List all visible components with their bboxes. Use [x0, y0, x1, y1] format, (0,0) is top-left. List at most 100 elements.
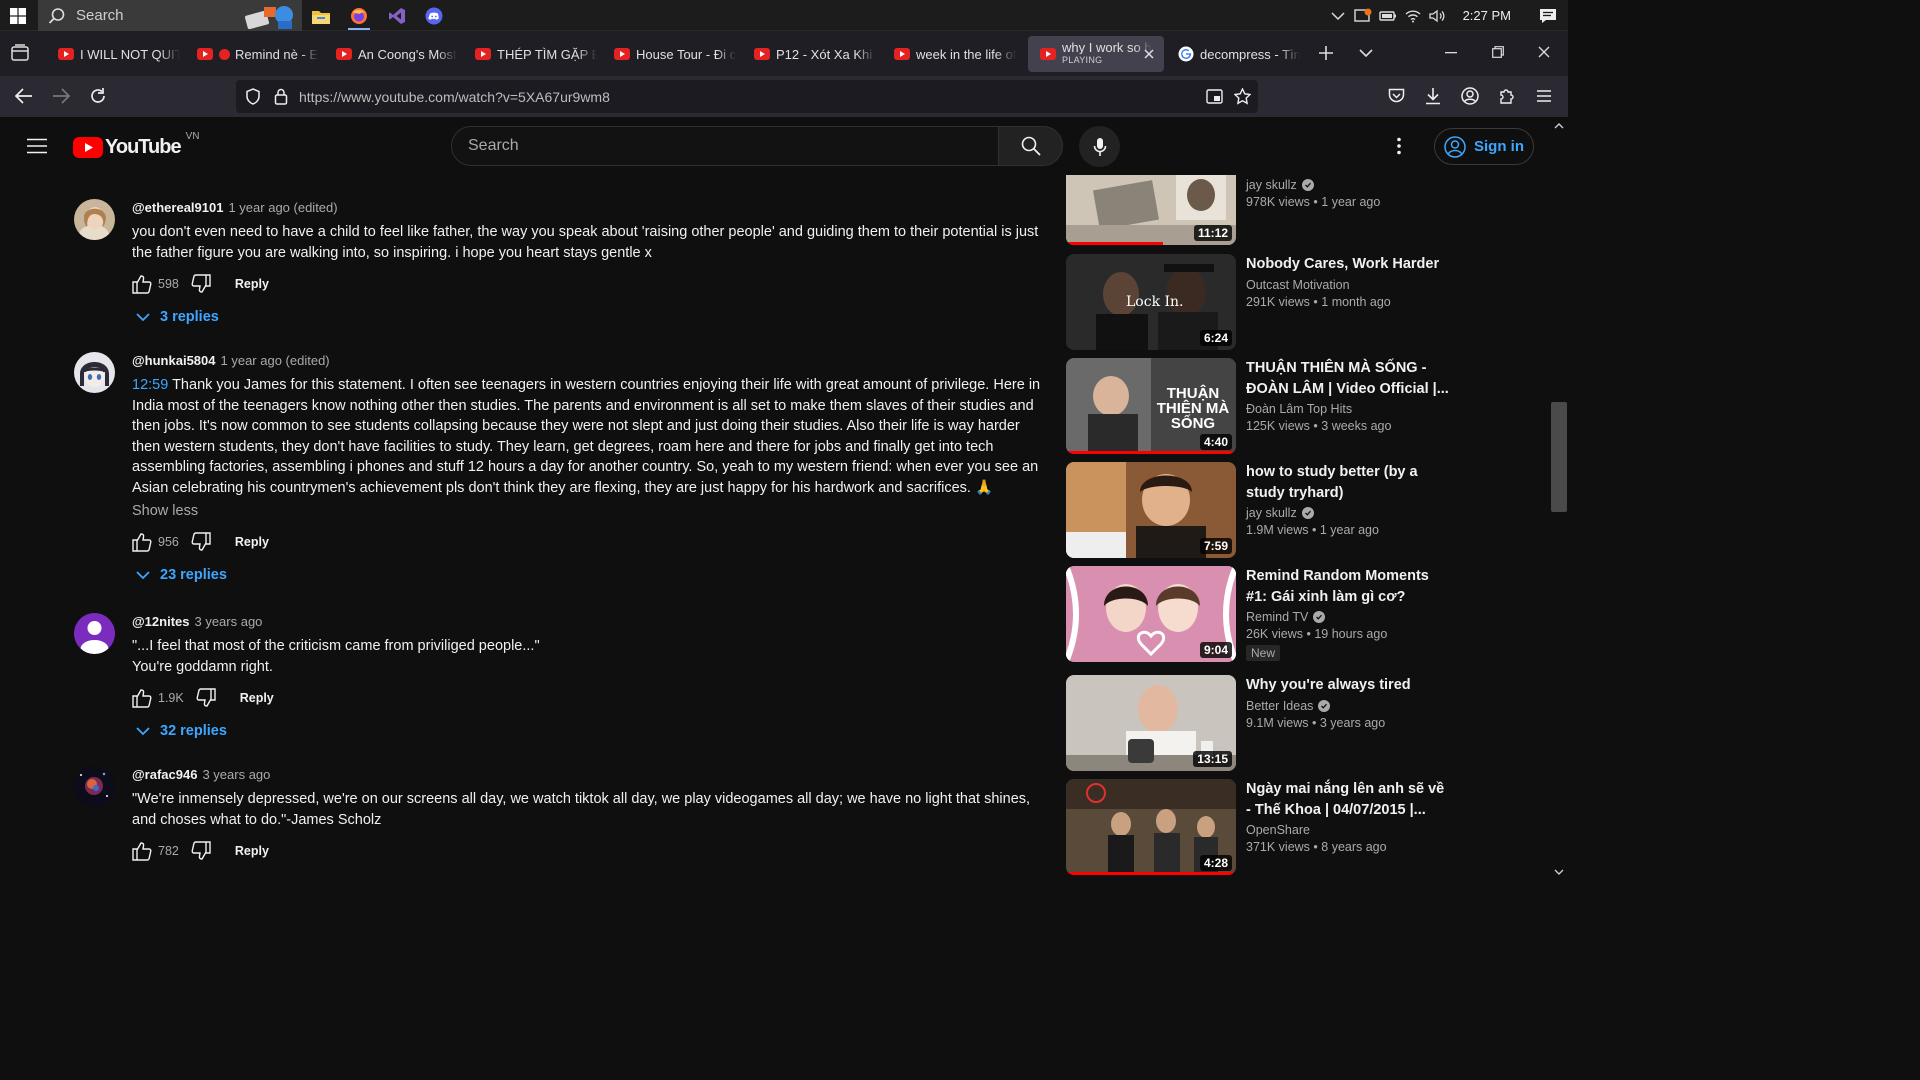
video-thumbnail[interactable]: 4:28 [1066, 779, 1236, 875]
browser-tab[interactable]: House Tour - Đi c [602, 36, 736, 72]
video-title[interactable]: Ngày mai nắng lên anh sẽ về - Thế Khoa |… [1246, 779, 1451, 820]
downloads-button[interactable] [1425, 87, 1441, 105]
comment-author[interactable]: @rafac946 [132, 767, 197, 782]
picture-in-picture-icon[interactable] [1206, 89, 1223, 104]
taskbar-discord[interactable] [417, 2, 451, 30]
view-replies-button[interactable]: 23 replies [136, 567, 1049, 583]
back-button[interactable] [15, 88, 33, 104]
new-tab-button[interactable] [1318, 45, 1334, 61]
show-less-button[interactable]: Show less [132, 503, 1049, 519]
restore-button[interactable] [1492, 46, 1504, 58]
comment-time[interactable]: 1 year ago (edited) [228, 200, 337, 215]
youtube-search-button[interactable] [998, 126, 1063, 166]
video-thumbnail[interactable]: THUẬN THIÊN MÀ SỐNG 4:40 [1066, 358, 1236, 454]
browser-tab[interactable]: P12 - Xót Xa Khi T [742, 36, 876, 72]
tray-wifi-button[interactable] [1401, 9, 1426, 23]
video-channel[interactable]: Đoàn Lâm Top Hits [1246, 402, 1451, 416]
extensions-button[interactable] [1498, 87, 1516, 105]
voice-search-button[interactable] [1079, 126, 1120, 167]
tray-battery-button[interactable] [1376, 10, 1401, 22]
page-scrollbar[interactable] [1550, 117, 1568, 882]
video-channel[interactable]: Better Ideas [1246, 699, 1451, 713]
comment-author[interactable]: @hunkai5804 [132, 353, 216, 368]
view-replies-button[interactable]: 32 replies [136, 723, 1049, 739]
windows-start-button[interactable] [0, 0, 36, 31]
view-replies-button[interactable]: 3 replies [136, 309, 1049, 325]
video-thumbnail[interactable]: Lock In. 6:24 [1066, 254, 1236, 350]
app-menu-button[interactable] [1536, 89, 1552, 103]
comment-author[interactable]: @ethereal9101 [132, 200, 223, 215]
browser-tab-active[interactable]: why I work so h PLAYING [1028, 36, 1164, 72]
video-channel[interactable]: Remind TV [1246, 610, 1451, 624]
dislike-button[interactable] [196, 688, 216, 708]
reply-button[interactable]: Reply [240, 691, 274, 705]
comment-time[interactable]: 3 years ago [202, 767, 270, 782]
video-title[interactable]: THUẬN THIÊN MÀ SỐNG - ĐOÀN LÂM | Video O… [1246, 358, 1451, 399]
video-title[interactable]: how to study better (by a study tryhard) [1246, 462, 1451, 503]
firefox-view-button[interactable] [10, 43, 30, 63]
avatar[interactable] [74, 766, 115, 807]
address-bar[interactable]: https://www.youtube.com/watch?v=5XA67ur9… [236, 80, 1258, 113]
scroll-down-arrow-icon[interactable] [1554, 869, 1564, 876]
browser-tab[interactable]: An Coong's Most [324, 36, 458, 72]
like-button[interactable] [132, 688, 152, 708]
lock-icon[interactable] [274, 88, 288, 105]
browser-tab[interactable]: I WILL NOT QUIT [46, 36, 180, 72]
like-button[interactable] [132, 274, 152, 294]
reload-button[interactable] [89, 87, 107, 105]
video-channel[interactable]: OpenShare [1246, 823, 1451, 837]
like-button[interactable] [132, 532, 152, 552]
list-all-tabs-button[interactable] [1359, 48, 1373, 58]
tray-overflow-button[interactable] [1326, 11, 1351, 21]
comment-time[interactable]: 3 years ago [194, 614, 262, 629]
dislike-button[interactable] [191, 532, 211, 552]
video-title[interactable]: Remind Random Moments #1: Gái xinh làm g… [1246, 566, 1451, 607]
video-channel[interactable]: jay skullz [1246, 178, 1451, 192]
video-channel[interactable]: Outcast Motivation [1246, 278, 1451, 292]
pocket-button[interactable] [1388, 88, 1405, 104]
browser-tab[interactable]: THÉP TÌM GẶP EM [463, 36, 597, 72]
reply-button[interactable]: Reply [235, 277, 269, 291]
browser-tab[interactable]: Remind nè - E [185, 36, 319, 72]
comment-time[interactable]: 1 year ago (edited) [221, 353, 330, 368]
comment-author[interactable]: @12nites [132, 614, 189, 629]
avatar[interactable] [74, 613, 115, 654]
taskbar-file-explorer[interactable] [304, 2, 338, 30]
guide-menu-button[interactable] [27, 138, 47, 154]
minimize-button[interactable] [1445, 52, 1457, 54]
youtube-logo[interactable]: YouTube VN [73, 131, 199, 159]
video-channel[interactable]: jay skullz [1246, 506, 1451, 520]
like-button[interactable] [132, 841, 152, 861]
video-thumbnail[interactable]: 7:59 [1066, 462, 1236, 558]
dislike-button[interactable] [191, 274, 211, 294]
timestamp-link[interactable]: 12:59 [132, 377, 168, 393]
browser-tab[interactable]: decompress - Tìm [1166, 36, 1300, 72]
video-title[interactable]: Nobody Cares, Work Harder [1246, 254, 1451, 275]
video-thumbnail[interactable]: 9:04 [1066, 566, 1236, 662]
taskbar-search-box[interactable]: Search [38, 0, 302, 31]
scrollbar-thumb[interactable] [1551, 402, 1567, 512]
close-icon[interactable] [1144, 49, 1154, 59]
notifications-button[interactable] [1535, 8, 1560, 24]
video-thumbnail[interactable]: 13:15 [1066, 675, 1236, 771]
tray-app-button[interactable] [1351, 8, 1376, 24]
sign-in-button[interactable]: Sign in [1434, 128, 1534, 165]
reply-button[interactable]: Reply [235, 535, 269, 549]
taskbar-visual-studio[interactable] [380, 2, 414, 30]
tray-volume-button[interactable] [1426, 9, 1451, 23]
settings-more-button[interactable] [1396, 137, 1402, 155]
video-thumbnail[interactable]: 11:12 [1066, 175, 1236, 245]
reply-button[interactable]: Reply [235, 844, 269, 858]
browser-tab[interactable]: week in the life of [882, 36, 1016, 72]
taskbar-firefox[interactable] [342, 2, 376, 30]
youtube-search-input[interactable]: Search [451, 126, 999, 166]
close-window-button[interactable] [1538, 46, 1550, 58]
account-button[interactable] [1461, 87, 1479, 105]
avatar[interactable] [74, 199, 115, 240]
scroll-up-arrow-icon[interactable] [1554, 122, 1564, 129]
avatar[interactable] [74, 352, 115, 393]
taskbar-clock[interactable]: 2:27 PM [1463, 8, 1511, 23]
tracking-protection-shield-icon[interactable] [245, 88, 261, 105]
forward-button[interactable] [52, 88, 70, 104]
bookmark-star-icon[interactable] [1234, 88, 1251, 105]
